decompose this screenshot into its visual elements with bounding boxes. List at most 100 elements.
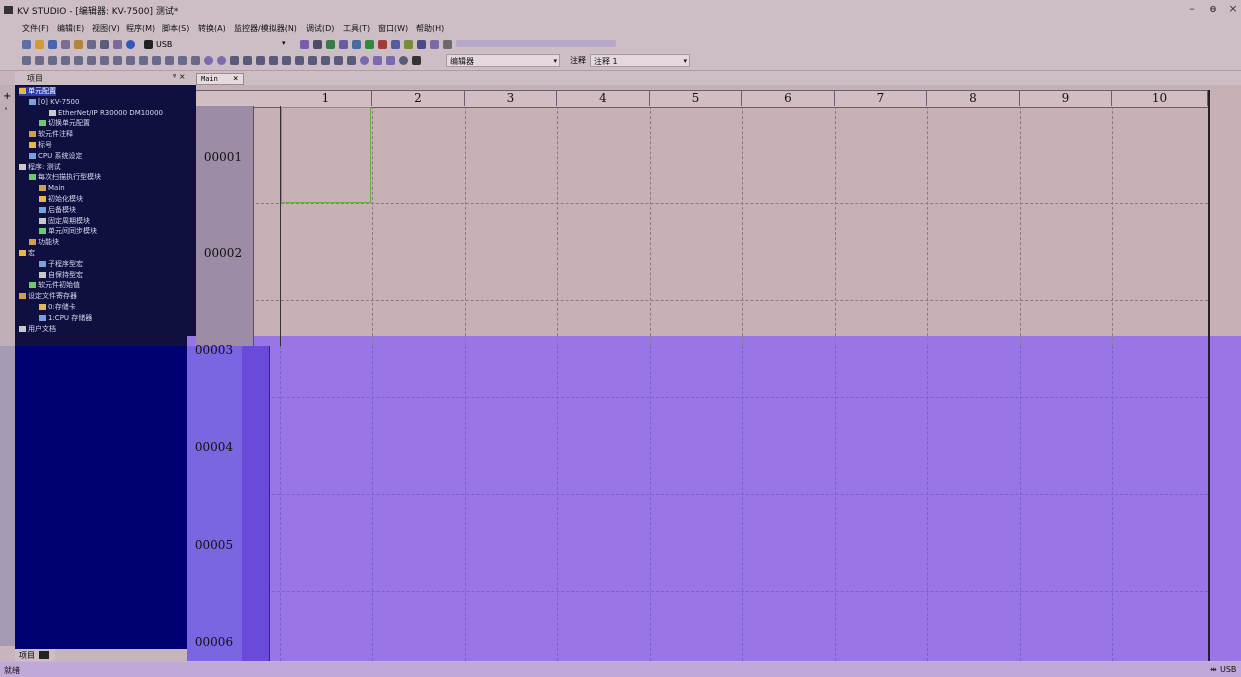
tree-item[interactable]: 1:CPU 存储器 <box>39 314 92 323</box>
menu-monitor[interactable]: 监控器/模拟器(N) <box>234 23 297 34</box>
contact-b-icon[interactable] <box>35 56 44 65</box>
menu-help[interactable]: 帮助(H) <box>416 23 444 34</box>
pin-icon[interactable]: + <box>3 91 11 102</box>
tab-close-icon[interactable]: × <box>233 74 238 84</box>
tree-item[interactable]: 功能块 <box>29 238 59 247</box>
read-icon[interactable] <box>313 40 322 49</box>
monitor-icon[interactable] <box>365 40 374 49</box>
stop-icon[interactable] <box>243 56 252 65</box>
tree-item[interactable]: [0] KV-7500 <box>29 98 79 107</box>
branch-icon[interactable] <box>139 56 148 65</box>
selected-cell-cursor[interactable] <box>281 107 371 203</box>
menu-debug[interactable]: 调试(D) <box>306 23 334 34</box>
verify-icon[interactable] <box>326 40 335 49</box>
simulator-icon[interactable] <box>378 40 387 49</box>
tree-item[interactable]: 软元件注释 <box>29 130 73 139</box>
tree-item[interactable]: 宏 <box>19 249 35 258</box>
time-chart-icon[interactable] <box>386 56 395 65</box>
transfer-icon[interactable] <box>300 40 309 49</box>
compare-icon[interactable] <box>339 40 348 49</box>
vline-icon[interactable] <box>100 56 109 65</box>
coil-icon[interactable] <box>48 56 57 65</box>
pause-icon[interactable] <box>256 56 265 65</box>
search-icon[interactable] <box>352 40 361 49</box>
tab-project[interactable]: 项目 <box>15 649 55 661</box>
tree-item[interactable]: 单元配置 <box>19 87 56 96</box>
last-icon[interactable] <box>308 56 317 65</box>
comment-icon[interactable] <box>126 56 135 65</box>
row-number[interactable]: 00002 <box>198 246 248 260</box>
hline-icon[interactable] <box>87 56 96 65</box>
menu-convert[interactable]: 转换(A) <box>198 23 226 34</box>
trace-icon[interactable] <box>373 56 382 65</box>
tree-item[interactable]: 0:存储卡 <box>39 303 76 312</box>
restore-button[interactable]: ɵ <box>1205 2 1221 15</box>
tree-item[interactable]: 软元件初始值 <box>29 281 80 290</box>
row-number[interactable]: 00001 <box>198 150 248 164</box>
tree-item[interactable]: 标号 <box>29 141 52 150</box>
screen-icon[interactable] <box>412 56 421 65</box>
replace-icon[interactable] <box>178 56 187 65</box>
next-icon[interactable] <box>347 56 356 65</box>
grid-icon[interactable] <box>417 40 426 49</box>
register-monitor-icon[interactable] <box>391 40 400 49</box>
preview-icon[interactable] <box>113 40 122 49</box>
step-down-icon[interactable] <box>321 56 330 65</box>
tree-item[interactable]: 切换单元配置 <box>39 119 90 128</box>
clock-icon[interactable] <box>399 56 408 65</box>
stop-record-icon[interactable] <box>217 56 226 65</box>
menu-edit[interactable]: 编辑(E) <box>57 23 84 34</box>
breakpoint-icon[interactable] <box>360 56 369 65</box>
tree-item[interactable]: 初始化模块 <box>39 195 83 204</box>
menu-view[interactable]: 视图(V) <box>92 23 120 34</box>
step-up-icon[interactable] <box>282 56 291 65</box>
tree-item[interactable]: 后备模块 <box>39 206 76 215</box>
open-icon[interactable] <box>35 40 44 49</box>
mode-select[interactable]: 编辑器 ▾ <box>446 54 560 67</box>
tree-item[interactable]: EtherNet/IP R30000 DM10000 <box>49 109 163 118</box>
insert-icon[interactable] <box>165 56 174 65</box>
function-icon[interactable] <box>74 56 83 65</box>
tree-item[interactable]: 固定周期模块 <box>39 217 90 226</box>
scroll-up-icon[interactable]: ˄ <box>4 107 8 116</box>
tree-item[interactable]: 用户文档 <box>19 325 56 334</box>
tree-item[interactable]: CPU 系统设定 <box>29 152 82 161</box>
row-number[interactable]: 00003 <box>189 343 239 357</box>
save-icon[interactable] <box>48 40 57 49</box>
menu-script[interactable]: 脚本(S) <box>162 23 189 34</box>
save-all-icon[interactable] <box>61 40 70 49</box>
first-icon[interactable] <box>295 56 304 65</box>
contact-icon[interactable] <box>22 56 31 65</box>
record-icon[interactable] <box>204 56 213 65</box>
play-icon[interactable] <box>230 56 239 65</box>
table-icon[interactable] <box>430 40 439 49</box>
minimize-button[interactable]: – <box>1184 2 1200 15</box>
tree-item[interactable]: 设定文件寄存器 <box>19 292 77 301</box>
row-number[interactable]: 00006 <box>189 635 239 649</box>
menu-window[interactable]: 窗口(W) <box>378 23 408 34</box>
print-preview-icon[interactable] <box>87 40 96 49</box>
step-back-icon[interactable] <box>269 56 278 65</box>
instruction-palette[interactable] <box>456 40 616 47</box>
panel-pin-close-icon[interactable]: ᵠ × <box>173 72 186 81</box>
tree-item[interactable]: 每次扫描执行型模块 <box>29 173 101 182</box>
tree-item[interactable]: 子程序型宏 <box>39 260 83 269</box>
delete-line-icon[interactable] <box>113 56 122 65</box>
tree-item[interactable]: Main <box>39 184 65 193</box>
print-icon[interactable] <box>74 40 83 49</box>
rung-icon[interactable] <box>191 56 200 65</box>
comment-select[interactable]: 注释 1 ▾ <box>590 54 690 67</box>
coil-b-icon[interactable] <box>61 56 70 65</box>
tab-main[interactable]: Main × <box>196 73 244 85</box>
menu-program[interactable]: 程序(M) <box>126 23 155 34</box>
list-icon[interactable] <box>443 40 452 49</box>
fast-forward-icon[interactable] <box>334 56 343 65</box>
dropdown-arrow-icon[interactable]: ▾ <box>282 39 286 47</box>
printer-icon[interactable] <box>100 40 109 49</box>
menu-file[interactable]: 文件(F) <box>22 23 49 34</box>
new-icon[interactable] <box>22 40 31 49</box>
tree-item[interactable]: 程序: 测试 <box>19 163 61 172</box>
merge-icon[interactable] <box>152 56 161 65</box>
tree-item[interactable]: 单元间同步模块 <box>39 227 97 236</box>
tree-item[interactable]: 自保持型宏 <box>39 271 83 280</box>
